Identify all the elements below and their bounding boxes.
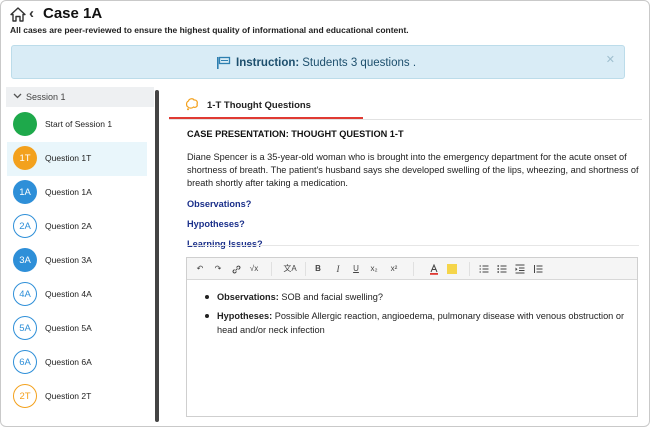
session-label: Session 1 [26,92,66,102]
outdent-icon[interactable] [531,262,545,276]
list-item-label: Question 1A [45,187,92,197]
back-chevron-icon[interactable]: ‹ [29,5,34,22]
tab-thought-questions[interactable]: 1-T Thought Questions [169,93,363,119]
hypotheses-text: Possible Allergic reaction, angioedema, … [217,311,625,335]
header: ‹ Case 1A All cases are peer-reviewed to… [1,1,649,37]
editor-content[interactable]: Observations: SOB and facial swelling? H… [203,290,633,342]
decrease-indent-icon [534,265,543,273]
question-badge: 5A [13,316,37,340]
home-icon[interactable] [10,7,26,22]
case-heading: CASE PRESENTATION: THOUGHT QUESTION 1-T [187,129,404,139]
list-item-label: Question 2T [45,391,92,401]
bullet-list-icon[interactable] [495,262,509,276]
list-item-label: Question 3A [45,255,92,265]
question-badge: 3A [13,248,37,272]
list-item-label: Question 4A [45,289,92,299]
list-item-start-session[interactable]: Start of Session 1 [7,108,147,142]
list-item-label: Question 5A [45,323,92,333]
list-item-question-6a[interactable]: 6A Question 6A [7,346,147,380]
list-item-question-1a[interactable]: 1A Question 1A [7,176,147,210]
instruction-text: Students 3 questions . [302,57,417,69]
indent-icon[interactable] [513,262,527,276]
list-item-label: Question 1T [45,153,92,163]
highlight-swatch [447,264,457,274]
text-color-button[interactable] [427,262,441,276]
observations-label: Observations: [217,292,279,302]
list-item-question-3a[interactable]: 3A Question 3A [7,244,147,278]
app-frame: ‹ Case 1A All cases are peer-reviewed to… [0,0,650,427]
rich-text-editor[interactable]: ↶ ↷ √x 文A B I U x₂ x² Observations: SOB … [186,257,638,417]
session-header[interactable]: Session 1 [6,87,154,107]
status-circle-icon [13,112,37,136]
instruction-banner: Instruction: Students 3 questions . ✕ [11,45,625,79]
thought-bubble-icon [185,98,198,111]
list-item-question-2a[interactable]: 2A Question 2A [7,210,147,244]
toolbar-divider [271,262,272,276]
list-item: Hypotheses: Possible Allergic reaction, … [203,309,633,337]
italic-button[interactable]: I [331,262,345,276]
highlight-button[interactable] [445,262,459,276]
list-item-question-1t[interactable]: 1T Question 1T [7,142,147,176]
bold-button[interactable]: B [311,262,325,276]
list-item: Observations: SOB and facial swelling? [203,290,633,304]
question-badge: 1A [13,180,37,204]
link-icon[interactable] [229,262,243,276]
redo-icon[interactable]: ↷ [211,262,225,276]
list-item-label: Start of Session 1 [45,119,113,129]
page-subtitle: All cases are peer-reviewed to ensure th… [10,25,409,35]
toolbar-divider [413,262,414,276]
formula-icon[interactable]: √x [247,262,261,276]
toolbar-divider [469,262,470,276]
list-item-label: Question 2A [45,221,92,231]
underline-button[interactable]: U [349,262,363,276]
divider [187,245,639,246]
translate-icon[interactable]: 文A [283,262,297,276]
list-item-question-2t[interactable]: 2T Question 2T [7,380,147,414]
list-item-question-5a[interactable]: 5A Question 5A [7,312,147,346]
list-item-label: Question 6A [45,357,92,367]
undo-icon[interactable]: ↶ [193,262,207,276]
question-badge: 1T [13,146,37,170]
question-badge: 2A [13,214,37,238]
bulleted-list-icon [497,265,507,273]
list-item-question-4a[interactable]: 4A Question 4A [7,278,147,312]
increase-indent-icon [515,264,525,274]
observations-text: SOB and facial swelling? [278,292,383,302]
session-sidebar: Session 1 Start of Session 1 1T Question… [6,87,159,422]
superscript-button[interactable]: x² [387,262,401,276]
sidebar-scrollbar[interactable] [155,90,159,422]
hypotheses-link[interactable]: Hypotheses? [187,219,639,230]
subscript-button[interactable]: x₂ [367,262,381,276]
tab-label: 1-T Thought Questions [207,100,311,111]
flag-icon [217,56,231,69]
numbered-list-icon [479,265,489,273]
editor-toolbar: ↶ ↷ √x 文A B I U x₂ x² [187,258,637,280]
question-badge: 2T [13,384,37,408]
page-title: Case 1A [43,5,103,22]
observations-link[interactable]: Observations? [187,199,639,210]
hypotheses-label: Hypotheses: [217,311,273,321]
question-badge: 6A [13,350,37,374]
case-body-text: Diane Spencer is a 35-year-old woman who… [187,152,639,188]
close-icon[interactable]: ✕ [606,54,615,66]
question-badge: 4A [13,282,37,306]
chevron-down-icon [13,93,22,99]
chain-icon [232,265,240,273]
ordered-list-icon[interactable] [477,262,491,276]
toolbar-divider [305,262,306,276]
case-content: CASE PRESENTATION: THOUGHT QUESTION 1-T … [187,129,639,250]
instruction-label: Instruction: [236,57,300,69]
divider [169,119,642,120]
text-color-icon [430,263,438,275]
